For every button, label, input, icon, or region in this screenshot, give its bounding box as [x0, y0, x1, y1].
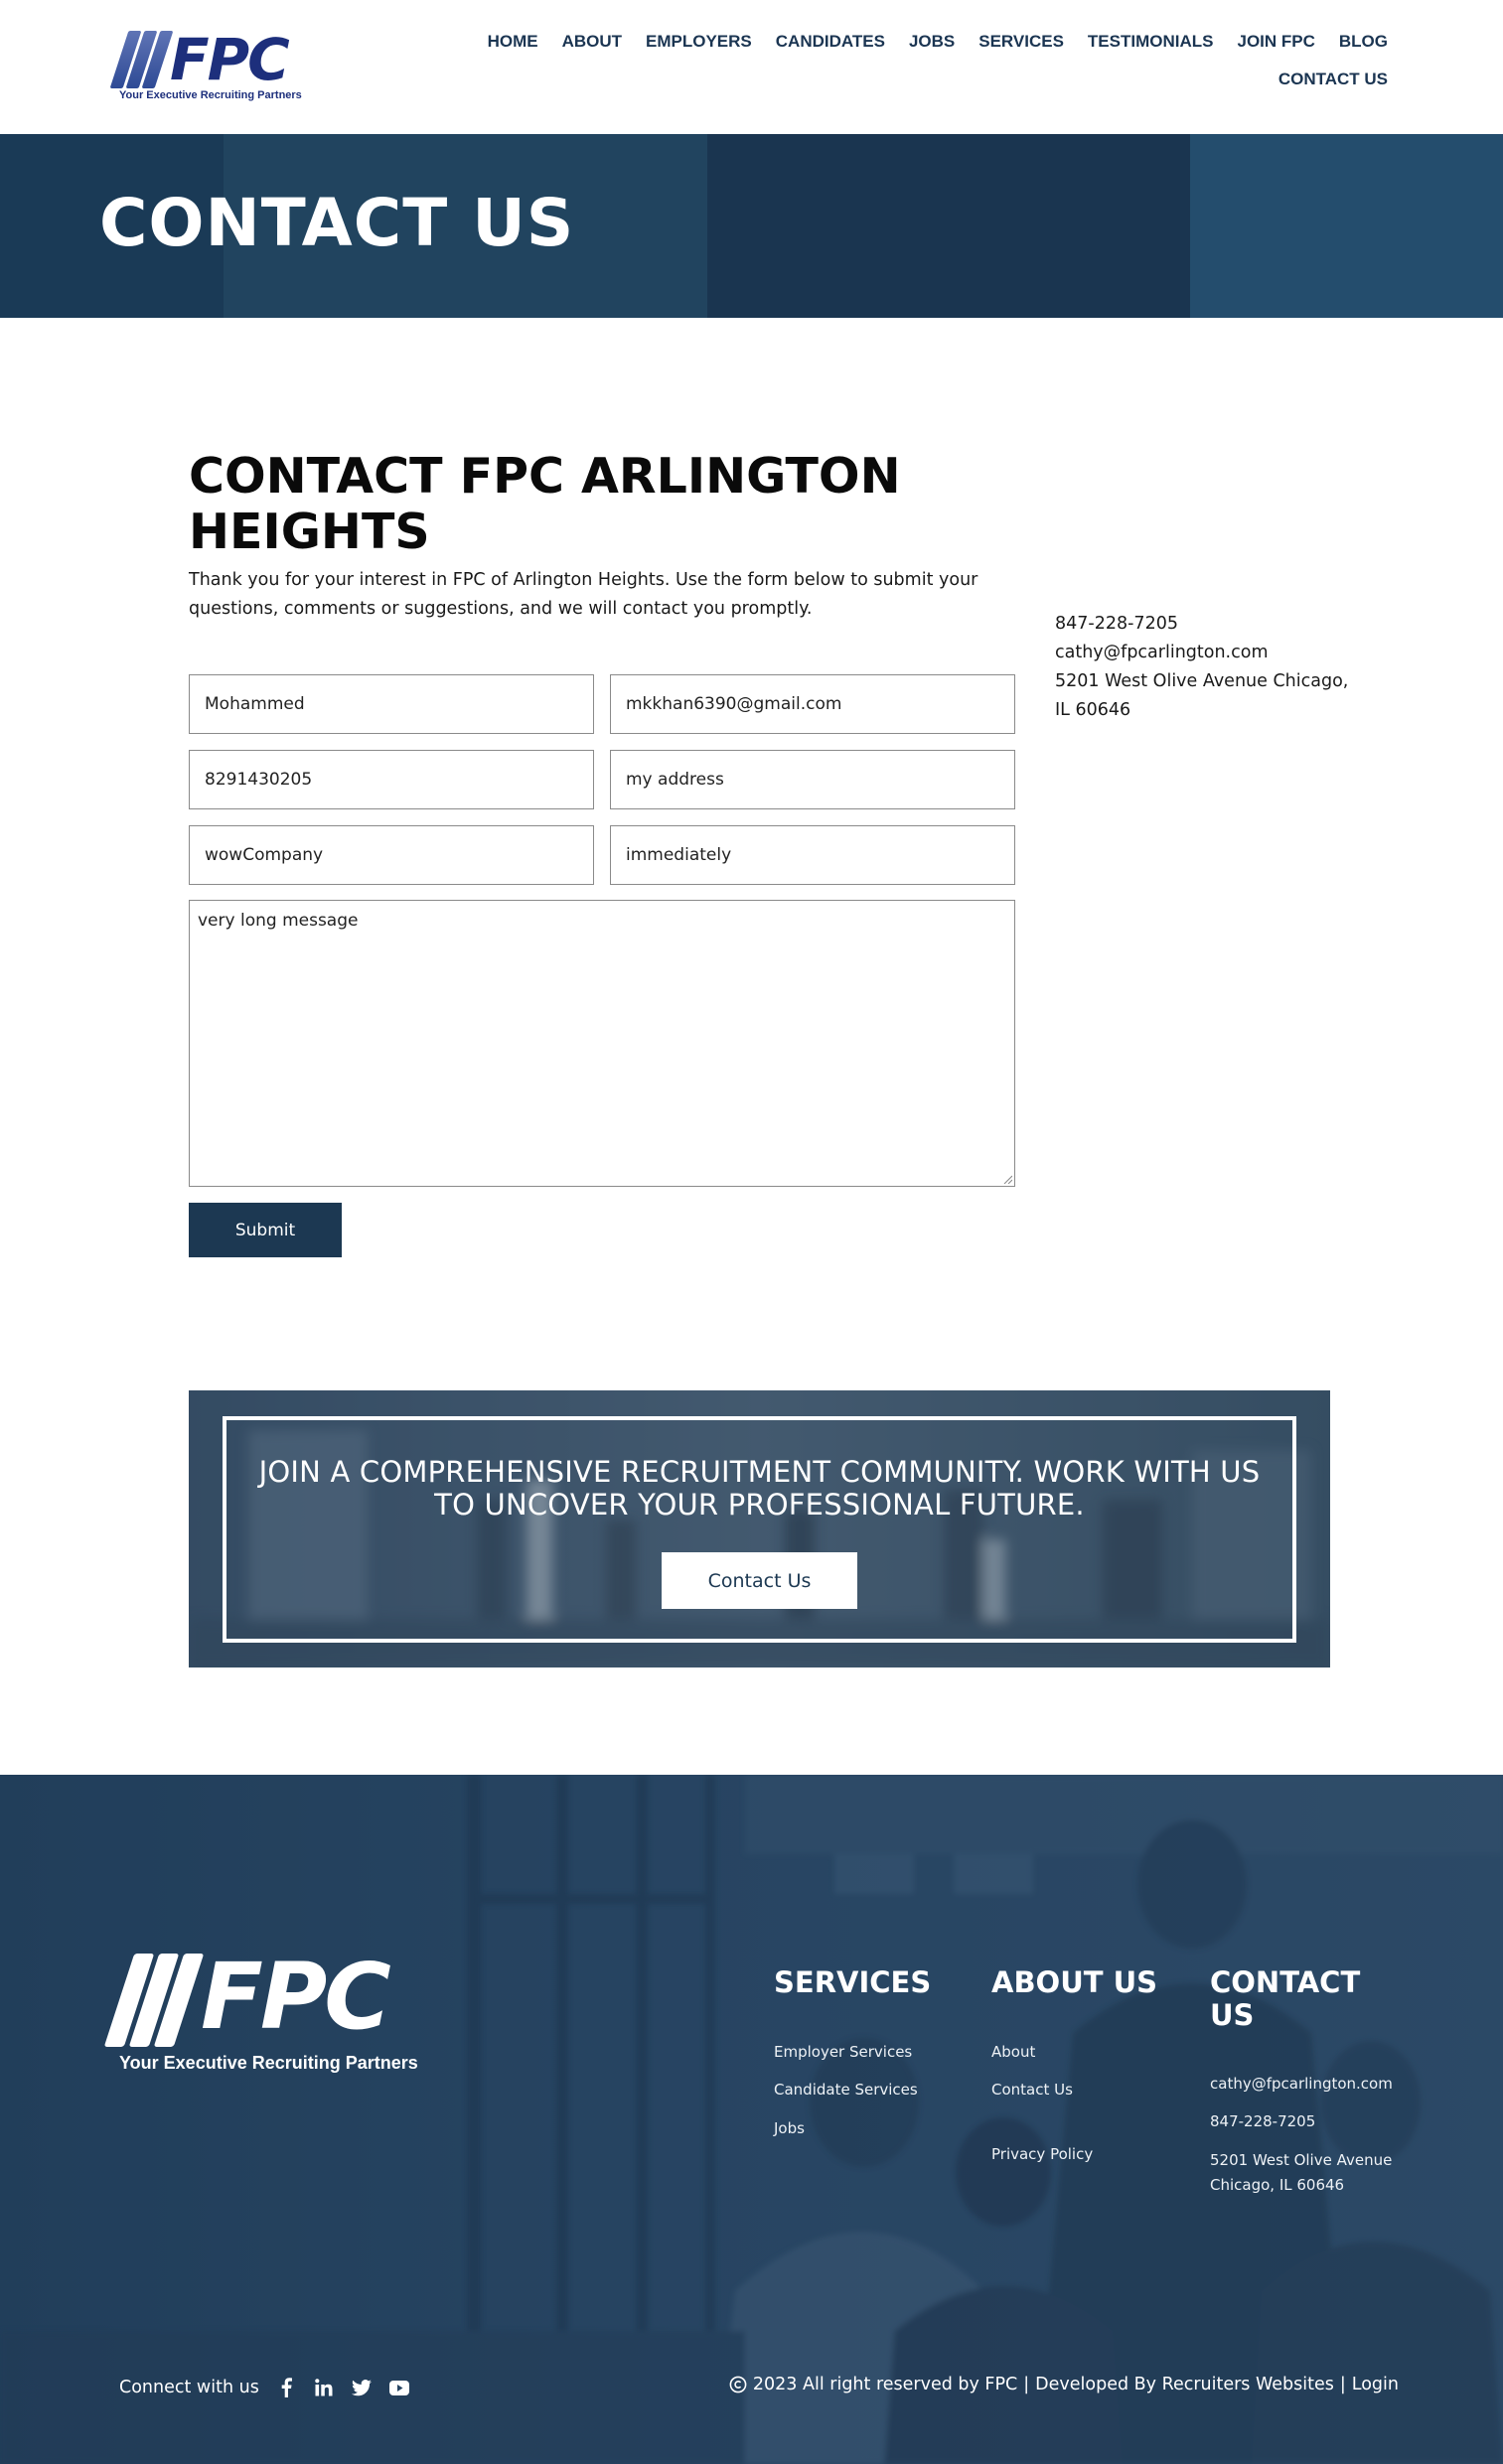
footer-separator: |	[1023, 2375, 1030, 2394]
site-header: FPC Your Executive Recruiting Partners H…	[0, 0, 1503, 134]
cta-heading: JOIN A COMPREHENSIVE RECRUITMENT COMMUNI…	[258, 1455, 1261, 1522]
page-title: CONTACT US	[99, 185, 575, 261]
contact-address-line1: 5201 West Olive Avenue Chicago,	[1055, 671, 1349, 691]
developed-by-link[interactable]: Developed By Recruiters Websites	[1035, 2375, 1334, 2394]
footer-logo[interactable]: FPC Your Executive Recruiting Partners	[103, 1946, 418, 2073]
login-link[interactable]: Login	[1352, 2375, 1399, 2394]
nav-home[interactable]: HOME	[488, 32, 538, 54]
footer-link-contact-us[interactable]: Contact Us	[991, 2081, 1073, 2099]
name-field[interactable]: Mohammed	[189, 674, 594, 734]
contact-address-line2: IL 60646	[1055, 700, 1131, 720]
nav-join-fpc[interactable]: JOIN FPC	[1237, 32, 1314, 54]
facebook-icon[interactable]	[275, 2377, 297, 2398]
footer-separator: |	[1339, 2375, 1346, 2394]
email-field[interactable]: mkkhan6390@gmail.com	[610, 674, 1015, 734]
footer-contact-address-line1: 5201 West Olive Avenue	[1210, 2151, 1393, 2169]
contact-phone[interactable]: 847-228-7205	[1055, 610, 1353, 639]
logo-tagline: Your Executive Recruiting Partners	[119, 89, 302, 101]
nav-employers[interactable]: EMPLOYERS	[646, 32, 752, 54]
footer-contact-address-line2: Chicago, IL 60646	[1210, 2176, 1345, 2194]
nav-candidates[interactable]: CANDIDATES	[776, 32, 885, 54]
nav-blog[interactable]: BLOG	[1339, 32, 1388, 54]
footer-services-title: SERVICES	[774, 1965, 932, 1999]
footer-connect: Connect with us	[119, 2377, 410, 2398]
fpc-logo[interactable]: FPC Your Executive Recruiting Partners	[109, 26, 302, 105]
footer-logo-tagline: Your Executive Recruiting Partners	[119, 2053, 418, 2073]
youtube-icon[interactable]	[388, 2377, 410, 2398]
footer-logo-slashes-icon	[103, 1954, 205, 2047]
footer-about-title: ABOUT US	[991, 1965, 1158, 1999]
timeline-field[interactable]: immediately	[610, 825, 1015, 885]
footer-logo-word: FPC	[201, 1944, 391, 2050]
footer-contact-email[interactable]: cathy@fpcarlington.com	[1210, 2075, 1393, 2093]
footer-link-employer-services[interactable]: Employer Services	[774, 2043, 912, 2061]
nav-testimonials[interactable]: TESTIMONIALS	[1088, 32, 1214, 54]
submit-button[interactable]: Submit	[189, 1203, 342, 1257]
contact-info: 847-228-7205 cathy@fpcarlington.com 5201…	[1055, 610, 1353, 725]
footer-link-jobs[interactable]: Jobs	[774, 2119, 805, 2137]
nav-services[interactable]: SERVICES	[978, 32, 1064, 54]
footer-contact-phone[interactable]: 847-228-7205	[1210, 2112, 1315, 2130]
hero-panel	[707, 134, 1190, 318]
footer-about: ABOUT US About Contact Us Privacy Policy	[991, 1966, 1180, 2165]
logo-mark: FPC	[109, 26, 290, 93]
footer-link-candidate-services[interactable]: Candidate Services	[774, 2081, 918, 2099]
connect-label: Connect with us	[119, 2378, 259, 2397]
linkedin-icon[interactable]	[313, 2377, 335, 2398]
nav-about[interactable]: ABOUT	[562, 32, 622, 54]
twitter-icon[interactable]	[351, 2377, 373, 2398]
phone-field[interactable]: 8291430205	[189, 750, 594, 809]
cta-contact-button[interactable]: Contact Us	[662, 1552, 857, 1609]
company-field[interactable]: wowCompany	[189, 825, 594, 885]
cta-banner: JOIN A COMPREHENSIVE RECRUITMENT COMMUNI…	[189, 1390, 1330, 1667]
footer-copyright: 2023 All right reserved by FPC | Develop…	[729, 2375, 1399, 2394]
copyright-text: 2023 All right reserved by FPC	[752, 2375, 1018, 2394]
address-field[interactable]: my address	[610, 750, 1015, 809]
nav-jobs[interactable]: JOBS	[909, 32, 955, 54]
contact-heading: CONTACT FPC ARLINGTON HEIGHTS	[189, 448, 901, 560]
logo-slashes-icon	[109, 31, 174, 88]
nav-contact-us[interactable]: CONTACT US	[1278, 70, 1388, 89]
hero-panel	[1190, 134, 1503, 318]
message-field[interactable]: very long message	[189, 900, 1015, 1187]
contact-email[interactable]: cathy@fpcarlington.com	[1055, 639, 1353, 667]
main-nav: HOME ABOUT EMPLOYERS CANDIDATES JOBS SER…	[464, 32, 1388, 89]
footer-link-about[interactable]: About	[991, 2043, 1035, 2061]
logo-word: FPC	[170, 26, 290, 93]
copyright-icon	[729, 2376, 747, 2393]
footer-link-privacy-policy[interactable]: Privacy Policy	[991, 2145, 1093, 2163]
site-footer: FPC Your Executive Recruiting Partners S…	[0, 1775, 1503, 2464]
footer-contact-title: CONTACT US	[1210, 1965, 1361, 2032]
page-hero: CONTACT US	[0, 134, 1503, 318]
footer-contact: CONTACT US cathy@fpcarlington.com 847-22…	[1210, 1966, 1409, 2205]
footer-services: SERVICES Employer Services Candidate Ser…	[774, 1966, 963, 2165]
contact-intro: Thank you for your interest in FPC of Ar…	[189, 570, 978, 619]
message-text: very long message	[198, 911, 359, 931]
resize-grip-icon[interactable]	[1002, 1174, 1012, 1184]
